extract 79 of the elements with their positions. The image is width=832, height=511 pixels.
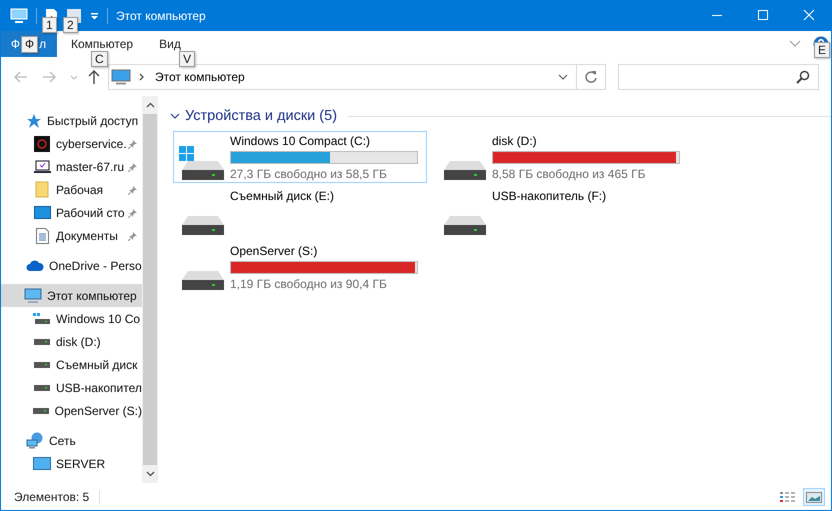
drive-name: OpenServer (S:) bbox=[230, 244, 318, 258]
pin-icon bbox=[128, 139, 138, 149]
nav-item[interactable]: master-67.ru bbox=[1, 155, 142, 178]
drive-icon bbox=[444, 216, 486, 235]
pin-icon bbox=[128, 162, 138, 172]
drive-icon bbox=[34, 338, 50, 344]
window-title: Этот компьютер bbox=[116, 8, 206, 22]
drive-icon bbox=[33, 408, 50, 414]
drive-name: Съемный диск (E:) bbox=[230, 189, 334, 203]
group-title[interactable]: Устройства и диски (5) bbox=[185, 108, 338, 124]
drive-icon bbox=[444, 161, 486, 180]
nav-item[interactable]: Windows 10 Co bbox=[1, 307, 142, 330]
windows-drive-icon bbox=[178, 146, 224, 182]
item-count: Элементов: 5 bbox=[14, 490, 90, 504]
refresh-icon bbox=[584, 70, 598, 84]
dropdown-icon[interactable] bbox=[90, 12, 99, 20]
chevron-down-icon[interactable] bbox=[558, 74, 568, 80]
site-icon bbox=[34, 136, 50, 152]
keytip-tooltip: 2 bbox=[63, 16, 78, 32]
drive-icon bbox=[182, 216, 224, 235]
keytip-tooltip: 1 bbox=[42, 16, 57, 32]
nav-item[interactable]: USB-накопител bbox=[1, 376, 142, 399]
keytip-tooltip: C bbox=[91, 51, 108, 67]
drive-tile[interactable]: Съемный диск (E:) bbox=[173, 186, 427, 238]
drive-icon bbox=[182, 271, 224, 290]
drive-name: USB-накопитель (F:) bbox=[492, 189, 606, 203]
nav-item[interactable]: Документы bbox=[1, 224, 142, 247]
nav-item[interactable]: Сеть bbox=[1, 429, 142, 452]
star-icon bbox=[26, 112, 42, 128]
nav-item[interactable]: SERVER bbox=[1, 452, 142, 475]
nav-item[interactable]: Быстрый доступ bbox=[1, 109, 142, 132]
nav-item[interactable]: OneDrive - Perso bbox=[1, 254, 142, 277]
drive-name: disk (D:) bbox=[492, 134, 538, 148]
scrollbar[interactable] bbox=[142, 96, 158, 483]
up-arrow-icon[interactable] bbox=[88, 70, 100, 84]
windows-drive-icon bbox=[33, 312, 51, 324]
free-space-text: 1,19 ГБ свободно из 90,4 ГБ bbox=[230, 277, 388, 291]
file-tab[interactable]: Ф Ф л bbox=[1, 31, 57, 57]
large-icons-view-button[interactable] bbox=[803, 488, 825, 506]
nav-item[interactable]: Съемный диск bbox=[1, 353, 142, 376]
drive-tile[interactable]: OpenServer (S:) 1,19 ГБ свободно из 90,4 ГБ bbox=[173, 241, 427, 293]
pin-icon bbox=[128, 231, 138, 241]
nav-item[interactable]: Рабочий сто bbox=[1, 201, 142, 224]
document-icon bbox=[36, 228, 48, 244]
pin-icon bbox=[128, 208, 138, 218]
desktop-icon bbox=[34, 206, 50, 220]
nav-item[interactable]: cyberservice. bbox=[1, 132, 142, 155]
drive-tile[interactable]: USB-накопитель (F:) bbox=[435, 186, 689, 238]
drive-tile[interactable]: Windows 10 Compact (C:) 27,3 ГБ свободно из 58,5 ГБ bbox=[173, 131, 427, 183]
drive-name: Windows 10 Compact (C:) bbox=[230, 134, 372, 148]
free-space-text: 8,58 ГБ свободно из 465 ГБ bbox=[492, 167, 646, 181]
computer-icon bbox=[111, 69, 131, 85]
laptop-icon bbox=[34, 160, 50, 174]
keytip-tooltip: E bbox=[814, 42, 830, 58]
address-bar[interactable]: Этот компьютер bbox=[108, 64, 606, 90]
chevron-up-icon[interactable] bbox=[146, 102, 154, 108]
free-space-text: 27,3 ГБ свободно из 58,5 ГБ bbox=[230, 167, 388, 181]
ribbon-tab[interactable]: Компьютер bbox=[67, 37, 138, 51]
ribbon-tab[interactable]: Вид bbox=[155, 37, 185, 51]
nav-item[interactable]: Этот компьютер bbox=[1, 284, 142, 307]
nav-item[interactable]: disk (D:) bbox=[1, 330, 142, 353]
chevron-down-icon[interactable] bbox=[146, 471, 154, 477]
cloud-icon bbox=[26, 260, 44, 272]
drive-icon bbox=[34, 384, 50, 390]
nav-item[interactable]: OpenServer (S:) bbox=[1, 399, 142, 422]
chevron-down-icon[interactable] bbox=[170, 113, 180, 119]
monitor-icon bbox=[33, 456, 51, 470]
chevron-right-icon bbox=[139, 73, 145, 81]
computer-icon bbox=[24, 288, 42, 304]
drive-icon bbox=[34, 362, 50, 368]
folder-icon bbox=[35, 181, 49, 198]
computer-icon bbox=[10, 8, 28, 24]
keytip-tooltip: V bbox=[179, 51, 196, 67]
search-field[interactable] bbox=[618, 64, 819, 90]
drive-tile[interactable]: disk (D:) 8,58 ГБ свободно из 465 ГБ bbox=[435, 131, 689, 183]
network-icon bbox=[26, 432, 44, 449]
pin-icon bbox=[128, 185, 138, 195]
nav-item[interactable]: Рабочая bbox=[1, 178, 142, 201]
search-icon bbox=[796, 70, 810, 84]
